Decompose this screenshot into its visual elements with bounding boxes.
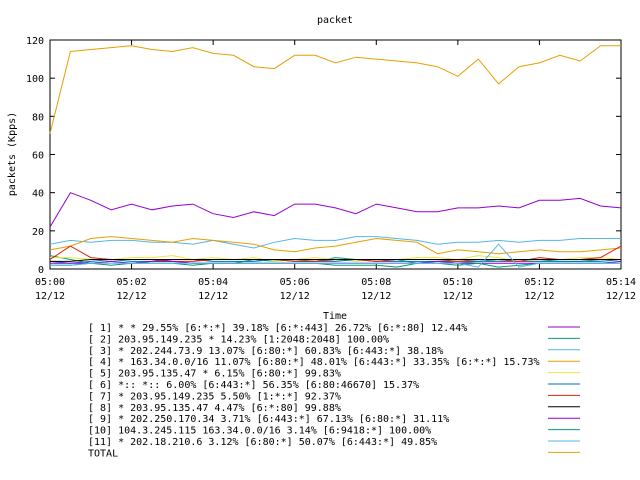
x-tick-date-label: 12/12 [117,291,147,302]
y-tick-label: 40 [32,189,44,200]
x-tick-label: 05:00 [35,277,65,288]
legend-label: TOTAL [88,448,118,459]
x-tick-date-label: 12/12 [361,291,391,302]
y-axis-label: packets (Kpps) [7,112,18,196]
series-lines [49,45,622,268]
x-tick-date-label: 12/12 [524,291,554,302]
x-tick-label: 05:08 [361,277,391,288]
legend-label: [ 7] * 203.95.149.235 5.50% [1:*:*] 92.3… [88,391,341,402]
y-tick-label: 80 [32,112,44,123]
chart-title: packet [317,15,353,26]
series-line [49,45,621,134]
legend-label: [11] * 202.18.210.6 3.12% [6:80:*] 50.07… [88,437,437,448]
legend-label: [ 4] * 163.34.0.0/16 11.07% [6:80:*] 48.… [88,357,540,368]
x-tick-label: 05:06 [280,277,310,288]
x-tick-date-label: 12/12 [443,291,473,302]
legend-label: [ 2] 203.95.149.235 * 14.23% [1:2048:204… [88,334,389,345]
legend-label: [ 1] * * 29.55% [6:*:*] 39.18% [6:*:443]… [88,323,467,334]
x-tick-date-label: 12/12 [198,291,228,302]
legend-label: [ 8] * 203.95.135.47 4.47% [6:*:80] 99.8… [88,403,341,414]
y-tick-label: 100 [26,74,44,85]
x-tick-label: 05:04 [198,277,228,288]
series-line [50,243,621,268]
y-tick-label: 0 [38,265,44,276]
x-tick-label: 05:10 [443,277,473,288]
y-tick-label: 120 [26,36,44,47]
legend-label: [ 3] * 202.244.73.9 13.07% [6:80:*] 60.8… [88,346,443,357]
series-line [49,236,622,255]
y-tick-label: 20 [32,227,44,238]
x-tick-date-label: 12/12 [280,291,310,302]
series-line [49,192,622,228]
x-tick-date-label: 12/12 [606,291,636,302]
legend-label: [ 5] 203.95.135.47 * 6.15% [6:80:*] 99.8… [88,369,341,380]
legend-label: [ 9] * 202.250.170.34 3.71% [6:443:*] 67… [88,414,449,425]
legend: [ 1] * * 29.55% [6:*:*] 39.18% [6:*:443]… [88,323,580,459]
x-tick-label: 05:12 [524,277,554,288]
x-axis-label: Time [323,311,347,322]
x-tick-date-label: 12/12 [35,291,65,302]
chart: packet packets (Kpps) Time 0 20 40 60 80 100 1… [7,15,636,459]
x-tick-label: 05:02 [117,277,147,288]
y-tick-label: 60 [32,151,44,162]
legend-label: [10] 104.3.245.115 163.34.0.0/16 3.14% [… [88,426,431,437]
legend-label: [ 6] *:: *:: 6.00% [6:443:*] 56.35% [6:8… [88,380,419,391]
plot-border [49,39,622,270]
x-tick-label: 05:14 [606,277,636,288]
